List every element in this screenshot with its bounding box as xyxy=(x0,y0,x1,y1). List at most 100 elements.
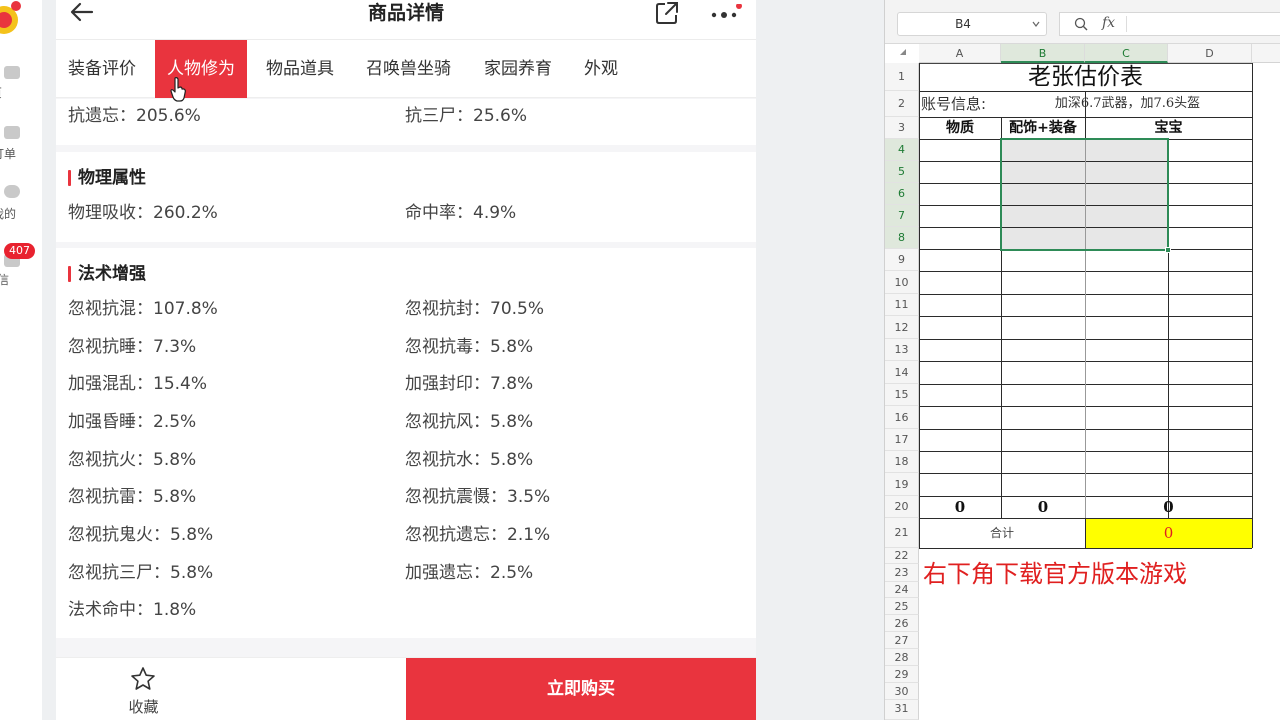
resist-section: 抗遗忘：205.6% 抗三尸：25.6% xyxy=(56,99,756,145)
sidebar-item-label: 首页 xyxy=(0,84,2,101)
name-box-value: B4 xyxy=(955,17,971,31)
magic-attr: 忽视抗毒：5.8% xyxy=(405,337,534,357)
row-header[interactable]: 8 xyxy=(885,227,919,249)
sidebar-item-label: 我的 xyxy=(0,207,16,221)
user-icon xyxy=(4,185,20,198)
sum-quality-cell[interactable]: 0 xyxy=(919,496,1001,518)
sidebar-item-label: 订单 xyxy=(0,147,16,161)
row-header[interactable]: 22 xyxy=(885,548,919,564)
magic-attr: 法术命中：1.8% xyxy=(68,600,197,620)
favorite-button[interactable]: 收藏 xyxy=(56,658,231,720)
notice-text: 右下角下载官方版本游戏 xyxy=(923,560,1187,588)
row-header[interactable]: 7 xyxy=(885,205,919,227)
row-header[interactable]: 18 xyxy=(885,451,919,473)
tab-equipment-review[interactable]: 装备评价 xyxy=(56,40,148,98)
row-header[interactable]: 28 xyxy=(885,649,919,666)
buy-now-button[interactable]: 立即购买 xyxy=(406,658,756,720)
magic-attr: 加强封印：7.8% xyxy=(405,374,534,394)
row-header[interactable]: 11 xyxy=(885,294,919,316)
table-border xyxy=(1252,63,1253,548)
product-detail-panel: 商品详情 装备评价 人物修为 物品道具 召唤兽坐骑 家园养育 外观 抗遗忘：20… xyxy=(56,0,756,720)
select-all-icon[interactable] xyxy=(899,48,907,56)
section-title-magic: 法术增强 xyxy=(68,264,146,284)
chevron-down-icon xyxy=(1032,21,1040,27)
attr-hit-rate: 命中率：4.9% xyxy=(405,203,517,223)
header-quality-cell[interactable]: 物质 xyxy=(919,117,1001,139)
row-header[interactable]: 6 xyxy=(885,183,919,205)
magic-attr: 忽视抗封：70.5% xyxy=(405,299,545,319)
zoom-icon[interactable] xyxy=(1074,17,1088,31)
name-box[interactable]: B4 xyxy=(897,12,1047,36)
tab-summons-mounts[interactable]: 召唤兽坐骑 xyxy=(354,40,463,98)
magic-attr: 忽视抗水：5.8% xyxy=(405,450,534,470)
sum-pet-cell[interactable]: 0 xyxy=(1085,496,1252,518)
row-header[interactable]: 23 xyxy=(885,564,919,582)
section-title-physical: 物理属性 xyxy=(68,168,146,188)
sidebar-item-orders[interactable]: 订单 xyxy=(0,122,28,162)
app-sidebar: 首页 订单 我的 站内信 407 xyxy=(0,0,42,720)
row-header[interactable]: 31 xyxy=(885,700,919,720)
row-header[interactable]: 30 xyxy=(885,683,919,700)
page-title: 商品详情 xyxy=(367,2,444,24)
magic-attr: 忽视抗混：107.8% xyxy=(68,299,218,319)
account-value-cell[interactable]: 加深6.7武器，加7.6头盔 xyxy=(1003,91,1252,117)
row-header[interactable]: 21 xyxy=(885,518,919,548)
sidebar-item-home[interactable]: 首页 xyxy=(0,62,28,102)
table-border xyxy=(919,548,1252,549)
magic-attr: 加强昏睡：2.5% xyxy=(68,412,197,432)
physical-section: 物理属性 物理吸收：260.2% 命中率：4.9% xyxy=(56,152,756,242)
tab-home-nurture[interactable]: 家园养育 xyxy=(472,40,564,98)
row-header[interactable]: 25 xyxy=(885,598,919,615)
sidebar-item-label: 站内信 xyxy=(0,273,9,287)
magic-attr: 忽视抗三尸：5.8% xyxy=(68,563,214,583)
column-header-b[interactable]: B xyxy=(1001,44,1085,63)
favorite-label: 收藏 xyxy=(128,698,159,716)
total-label-cell[interactable]: 合计 xyxy=(919,518,1085,548)
tab-appearance[interactable]: 外观 xyxy=(572,40,630,98)
share-icon[interactable] xyxy=(654,0,680,26)
row-header[interactable]: 1 xyxy=(885,63,919,91)
formula-input[interactable]: fx xyxy=(1059,12,1280,36)
order-icon xyxy=(4,126,20,139)
column-header-a[interactable]: A xyxy=(919,44,1001,63)
sum-gear-cell[interactable]: 0 xyxy=(1001,496,1085,518)
row-header[interactable]: 5 xyxy=(885,161,919,183)
row-header[interactable]: 4 xyxy=(885,139,919,161)
column-header-d[interactable]: D xyxy=(1168,44,1252,63)
column-header-c[interactable]: C xyxy=(1085,44,1168,63)
row-header[interactable]: 3 xyxy=(885,117,919,139)
row-header[interactable]: 14 xyxy=(885,361,919,384)
column-header-e[interactable] xyxy=(1252,44,1280,63)
top-bar: 商品详情 xyxy=(56,0,756,40)
magic-attr: 忽视抗震慑：3.5% xyxy=(405,487,551,507)
row-header[interactable]: 17 xyxy=(885,429,919,451)
row-header[interactable]: 13 xyxy=(885,339,919,361)
more-icon[interactable] xyxy=(708,4,742,20)
row-header[interactable]: 16 xyxy=(885,406,919,429)
row-header[interactable]: 20 xyxy=(885,496,919,518)
tab-character-cultivation[interactable]: 人物修为 xyxy=(155,40,247,98)
row-header[interactable]: 9 xyxy=(885,249,919,271)
account-label-cell[interactable]: 账号信息: xyxy=(921,91,1003,117)
fill-handle[interactable] xyxy=(1165,247,1171,253)
header-pet-cell[interactable]: 宝宝 xyxy=(1085,117,1252,139)
total-value-text: 0 xyxy=(1163,524,1174,542)
row-header[interactable]: 27 xyxy=(885,632,919,649)
row-header[interactable]: 12 xyxy=(885,316,919,339)
row-header[interactable]: 26 xyxy=(885,615,919,632)
row-header[interactable]: 24 xyxy=(885,582,919,598)
row-header[interactable]: 2 xyxy=(885,91,919,117)
magic-attr: 忽视抗睡：7.3% xyxy=(68,337,197,357)
sheet-title[interactable]: 老张估价表 xyxy=(919,63,1252,91)
header-gear-cell[interactable]: 配饰+装备 xyxy=(1001,117,1085,139)
category-tabs: 装备评价 人物修为 物品道具 召唤兽坐骑 家园养育 外观 xyxy=(56,40,756,98)
row-header[interactable]: 10 xyxy=(885,271,919,294)
row-header[interactable]: 15 xyxy=(885,384,919,406)
row-header[interactable]: 19 xyxy=(885,473,919,496)
row-header[interactable]: 29 xyxy=(885,666,919,683)
magic-attr: 忽视抗雷：5.8% xyxy=(68,487,197,507)
function-icon[interactable]: fx xyxy=(1102,15,1115,31)
tab-items[interactable]: 物品道具 xyxy=(254,40,346,98)
sidebar-item-mine[interactable]: 我的 xyxy=(0,182,28,222)
star-icon xyxy=(131,667,155,690)
